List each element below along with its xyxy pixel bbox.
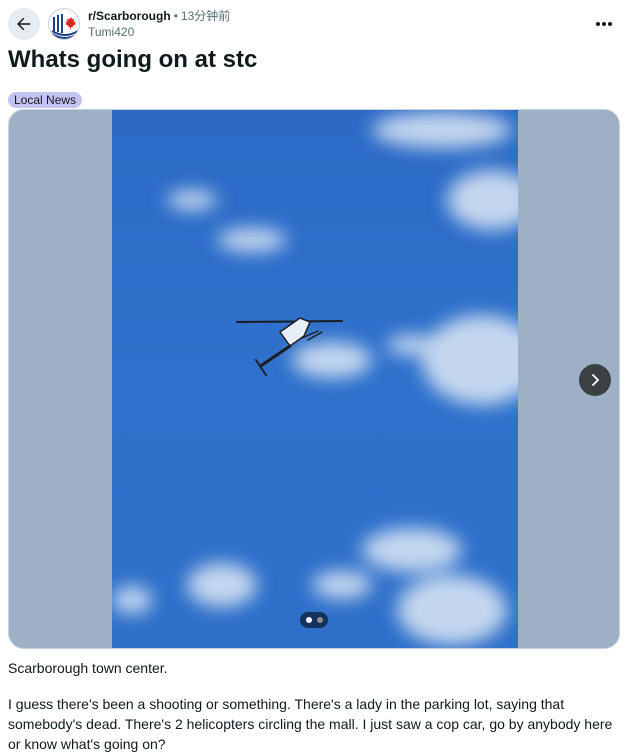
post-header: r/Scarborough • 13分钟前 Tumi420 xyxy=(0,0,628,44)
post-title: Whats going on at stc xyxy=(8,46,258,73)
more-dot xyxy=(602,22,606,26)
post-meta: r/Scarborough • 13分钟前 Tumi420 xyxy=(88,8,230,40)
subreddit-avatar-icon[interactable] xyxy=(48,8,80,40)
back-arrow-icon xyxy=(17,17,31,31)
pager-dot-1[interactable] xyxy=(305,617,312,623)
gallery-blur-left xyxy=(9,110,112,648)
more-options-icon xyxy=(596,22,600,26)
meta-separator: • xyxy=(173,9,178,23)
pager-dot-2[interactable] xyxy=(316,617,323,623)
author-link[interactable]: Tumi420 xyxy=(88,24,230,40)
helicopter-photo[interactable] xyxy=(112,110,518,649)
post-flair[interactable]: Local News xyxy=(8,92,83,108)
back-button[interactable] xyxy=(8,8,40,40)
more-options-button[interactable] xyxy=(588,8,620,40)
gallery-next-button[interactable] xyxy=(579,364,611,396)
gallery-pager xyxy=(300,612,328,628)
post-time: 13分钟前 xyxy=(180,9,231,23)
post-body: Scarborough town center. I guess there's… xyxy=(8,658,618,752)
more-dot xyxy=(608,22,612,26)
post-body-paragraph-1: Scarborough town center. xyxy=(8,660,168,676)
maple-leaf-icon xyxy=(49,9,79,39)
chevron-right-icon xyxy=(591,373,600,387)
subreddit-link[interactable]: r/Scarborough xyxy=(88,9,171,23)
image-gallery[interactable] xyxy=(8,109,620,649)
post-body-paragraph-2: I guess there's been a shooting or somet… xyxy=(8,696,613,752)
